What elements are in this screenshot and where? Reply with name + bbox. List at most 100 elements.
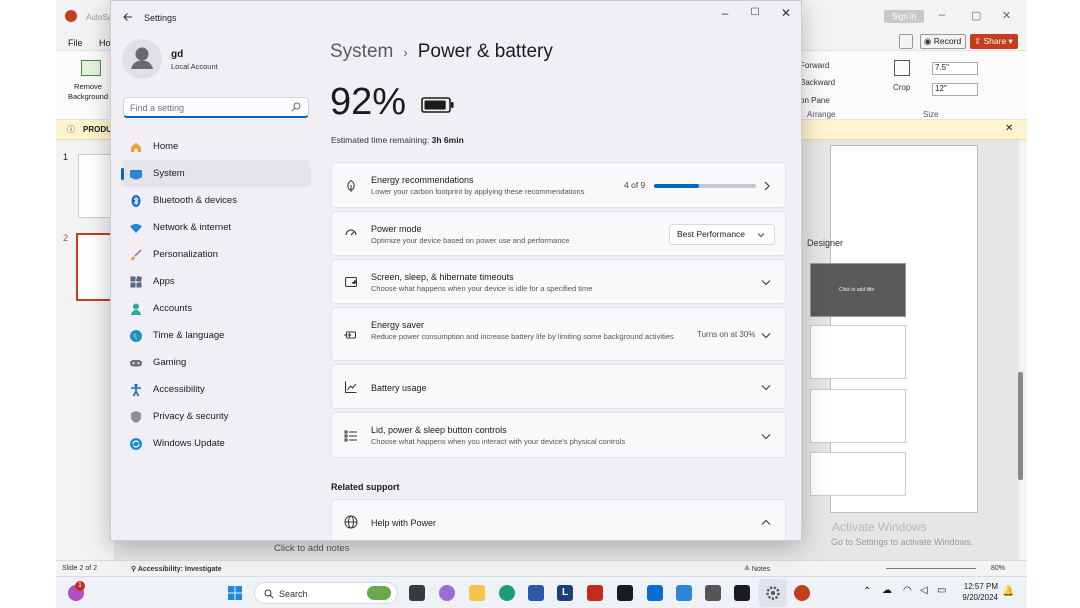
slide-thumbnail-1[interactable] (78, 154, 112, 218)
designer-title: Designer (807, 238, 844, 248)
battery-fill (424, 100, 446, 110)
volume-icon[interactable]: ◁ (920, 585, 928, 596)
send-backward-button[interactable]: Backward (800, 78, 835, 87)
store-icon[interactable] (528, 585, 544, 601)
bell-icon[interactable]: 🔔 (1002, 586, 1014, 597)
nav-item-label: Apps (153, 276, 175, 287)
zoom-slider[interactable] (886, 568, 976, 569)
nav-item-bluetooth[interactable]: Bluetooth & devices (121, 187, 311, 214)
progress-text: 4 of 9 (624, 180, 646, 190)
energy-recommendations-card[interactable]: Energy recommendations Lower your carbon… (331, 162, 786, 208)
nav-item-label: Accessibility (153, 384, 205, 395)
globe-help-icon (344, 515, 358, 529)
ppt-close-button[interactable]: ✕ (1002, 9, 1011, 22)
height-input[interactable]: 7.5" (932, 62, 978, 75)
page-title: Power & battery (417, 41, 553, 62)
home-menu[interactable]: Ho (99, 38, 111, 48)
remove-background-button[interactable]: Remove Background (68, 82, 108, 102)
dropbox-icon[interactable] (617, 585, 633, 601)
design-option-3[interactable] (810, 389, 906, 443)
breadcrumb-system-link[interactable]: System (330, 41, 393, 63)
nav-item-accounts[interactable]: Accounts (121, 295, 311, 322)
energy-saver-card[interactable]: Energy saver Reduce power consumption an… (331, 307, 786, 361)
sign-in-button[interactable]: Sign in (884, 10, 924, 23)
slide-number: 2 (63, 233, 69, 243)
power-mode-dropdown[interactable]: Best Performance (669, 224, 775, 245)
info-bar-text: PRODU (83, 125, 112, 134)
chevron-down-icon (761, 434, 771, 440)
crop-button[interactable]: Crop (893, 83, 910, 92)
info-bar-close-button[interactable]: ✕ (1005, 123, 1013, 134)
energy-saver-status: Turns on at 30% (697, 330, 756, 339)
ppt-maximize-button[interactable]: ▢ (971, 9, 981, 22)
design-option-1[interactable]: Click to add title (810, 263, 906, 317)
nav-item-apps[interactable]: Apps (121, 268, 311, 295)
slide-thumbnail-2[interactable] (76, 233, 114, 301)
nav-item-windows-update[interactable]: Windows Update (121, 430, 311, 457)
find-setting-input[interactable] (124, 99, 284, 117)
terminal-icon[interactable] (734, 585, 750, 601)
chart-icon (345, 381, 357, 393)
file-explorer-icon[interactable] (469, 585, 485, 601)
share-button[interactable]: ⇪ Share ▾ (970, 34, 1018, 49)
nav-item-privacy[interactable]: Privacy & security (121, 403, 311, 430)
accessibility-status[interactable]: ⚲ Accessibility: Investigate (131, 565, 221, 573)
clock[interactable]: 12:57 PM 9/20/2024 (962, 581, 998, 603)
notes-placeholder[interactable]: Click to add notes (274, 543, 350, 554)
nav-item-network[interactable]: Network & internet (121, 214, 311, 241)
nav-item-accessibility[interactable]: Accessibility (121, 376, 311, 403)
bring-forward-button[interactable]: Forward (800, 61, 829, 70)
lid-controls-card[interactable]: Lid, power & sleep button controls Choos… (331, 412, 786, 458)
maximize-button[interactable]: ☐ (740, 5, 770, 21)
minimize-button[interactable]: – (710, 5, 740, 21)
power-mode-icon (345, 229, 357, 236)
nav-item-gaming[interactable]: Gaming (121, 349, 311, 376)
wifi-tray-icon[interactable]: ◠ (903, 585, 912, 596)
mcafee-icon[interactable] (587, 585, 603, 601)
chevron-down-icon (757, 233, 765, 238)
zoom-level[interactable]: 80% (991, 565, 1005, 572)
battery-usage-card[interactable]: Battery usage (331, 364, 786, 409)
photos-icon[interactable] (676, 585, 692, 601)
powerpoint-taskbar-icon[interactable] (794, 585, 810, 601)
file-menu[interactable]: File (68, 38, 83, 48)
taskbar-search[interactable]: Search (254, 582, 398, 604)
start-icon[interactable] (228, 586, 242, 600)
nav-item-time-language[interactable]: Time & language (121, 322, 311, 349)
nav-item-system[interactable]: System (121, 160, 311, 187)
breadcrumb: System › Power & battery (330, 41, 553, 63)
app-l-icon[interactable]: L (557, 585, 573, 601)
selection-pane-button[interactable]: on Pane (800, 96, 830, 105)
outlook-icon[interactable] (647, 585, 663, 601)
vertical-scrollbar[interactable] (1018, 372, 1023, 480)
back-arrow-icon[interactable] (123, 12, 133, 22)
screen-sleep-card[interactable]: Screen, sleep, & hibernate timeouts Choo… (331, 259, 786, 304)
slide-count: Slide 2 of 2 (62, 565, 98, 572)
find-setting-box[interactable] (123, 97, 309, 118)
ppt-minimize-button[interactable]: – (939, 9, 945, 21)
activate-windows-text: Go to Settings to activate Windows. (831, 537, 974, 547)
record-dot-icon: ◉ (924, 36, 932, 46)
card-title: Energy recommendations (371, 175, 474, 185)
battery-tray-icon[interactable]: ▭ (937, 585, 946, 596)
comments-icon[interactable] (899, 34, 913, 49)
nav-item-personalization[interactable]: Personalization (121, 241, 311, 268)
help-with-power-card[interactable]: Help with Power (331, 499, 786, 540)
copilot-icon[interactable] (439, 585, 455, 601)
chevron-up-icon[interactable]: ⌃ (863, 586, 871, 597)
settings-taskbar-button[interactable] (759, 579, 787, 607)
design-option-4[interactable] (810, 452, 906, 496)
task-view-icon[interactable] (409, 585, 425, 601)
search-highlight-icon (367, 586, 391, 600)
close-button[interactable]: ✕ (771, 5, 801, 21)
nav-item-home[interactable]: Home (121, 133, 311, 160)
edge-icon[interactable] (499, 585, 515, 601)
notes-button[interactable]: ≙ Notes (744, 565, 770, 573)
breadcrumb-separator: › (403, 44, 408, 60)
avatar[interactable] (122, 39, 162, 79)
design-option-2[interactable] (810, 325, 906, 379)
width-input[interactable]: 12" (932, 83, 978, 96)
record-button[interactable]: ◉ Record (920, 34, 966, 49)
cloud-off-icon[interactable]: ☁ (882, 585, 892, 596)
remote-desktop-icon[interactable] (705, 585, 721, 601)
